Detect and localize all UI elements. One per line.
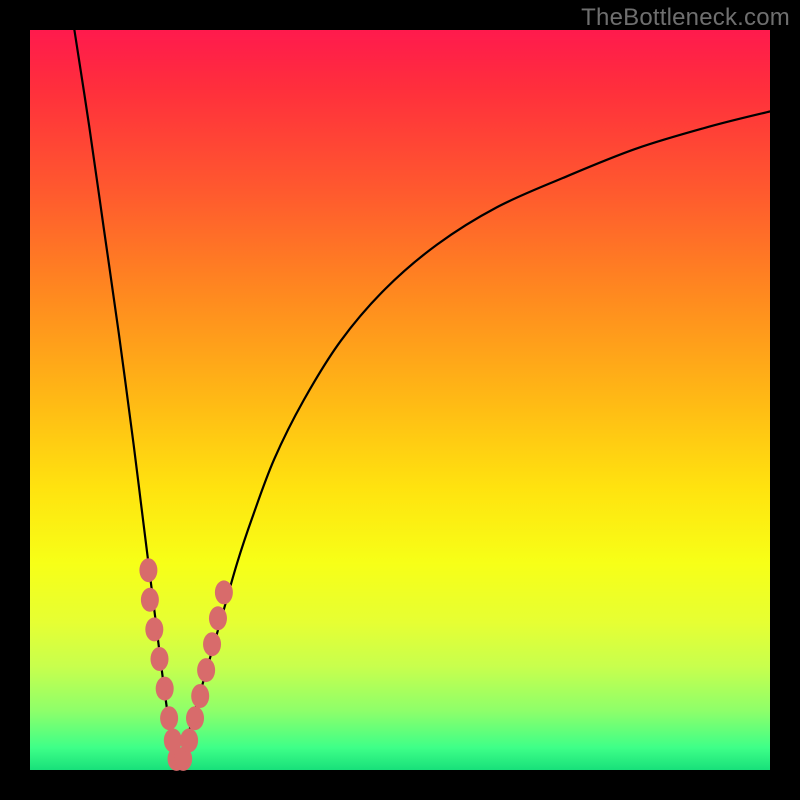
chart-frame: TheBottleneck.com	[0, 0, 800, 800]
chart-svg	[30, 30, 770, 770]
highlight-dot	[203, 632, 221, 656]
highlight-dot	[209, 606, 227, 630]
highlight-dot	[186, 706, 204, 730]
highlight-dot	[160, 706, 178, 730]
curve-right	[178, 111, 770, 770]
highlight-dot	[197, 658, 215, 682]
highlight-dot	[215, 580, 233, 604]
highlight-dot	[156, 677, 174, 701]
highlight-dot	[180, 728, 198, 752]
plot-area	[30, 30, 770, 770]
highlight-dot	[141, 588, 159, 612]
highlight-dot	[191, 684, 209, 708]
watermark-text: TheBottleneck.com	[581, 4, 790, 32]
highlight-dot	[139, 558, 157, 582]
highlight-dots-group	[139, 558, 232, 771]
highlight-dot	[151, 647, 169, 671]
highlight-dot	[145, 617, 163, 641]
